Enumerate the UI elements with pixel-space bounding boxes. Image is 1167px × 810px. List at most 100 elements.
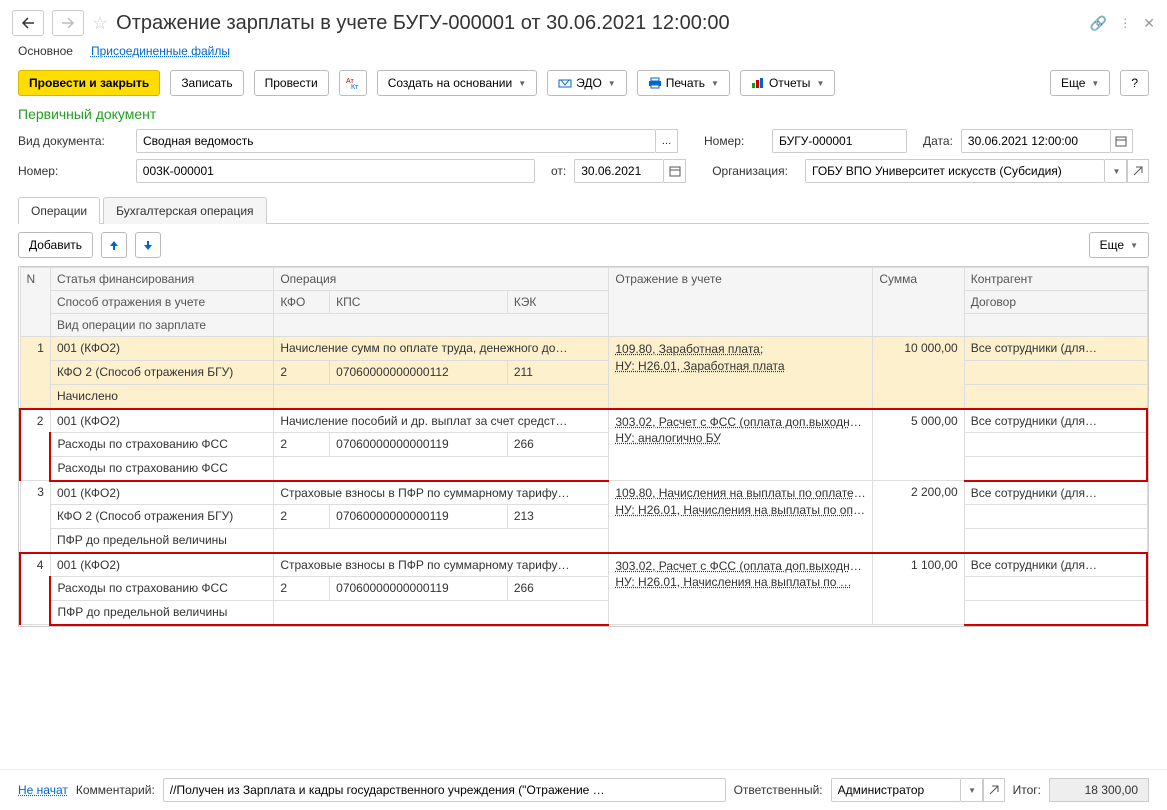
dtkt-icon: АтКт [346, 76, 360, 90]
th-contr[interactable]: Контрагент [964, 268, 1147, 291]
create-based-on-button[interactable]: Создать на основании ▼ [377, 70, 537, 96]
cell-kps: 07060000000000119 [330, 433, 508, 457]
org-dropdown-button[interactable]: ▼ [1105, 159, 1127, 183]
cell-contract [964, 577, 1147, 601]
cell-sal-type: ПФР до предельной величины [50, 601, 273, 625]
doc-type-picker-button[interactable]: … [656, 129, 678, 153]
from-label: от: [551, 164, 566, 178]
calendar-icon [1115, 135, 1127, 147]
cell-sal-type: Начислено [50, 385, 273, 409]
save-button[interactable]: Записать [170, 70, 243, 96]
th-kps[interactable]: КПС [330, 291, 508, 314]
cell-contract [964, 505, 1147, 529]
tab-accounting-operation[interactable]: Бухгалтерская операция [103, 197, 266, 224]
responsible-label: Ответственный: [734, 783, 823, 797]
tab-operations[interactable]: Операции [18, 197, 100, 224]
print-button[interactable]: Печать▼ [637, 70, 730, 96]
date-input[interactable] [961, 129, 1111, 153]
th-sal-type[interactable]: Вид операции по зарплате [50, 314, 273, 337]
org-label: Организация: [712, 164, 797, 178]
edo-button[interactable]: ЭДО▼ [547, 70, 627, 96]
org-open-button[interactable] [1127, 159, 1149, 183]
number-input[interactable] [772, 129, 907, 153]
reports-button[interactable]: Отчеты▼ [740, 70, 835, 96]
th-refl[interactable]: Отражение в учете [609, 268, 873, 337]
inner-more-button[interactable]: Еще▼ [1089, 232, 1149, 258]
th-op[interactable]: Операция [274, 268, 609, 291]
cell-fin: 001 (КФО2) [50, 481, 273, 505]
create-based-label: Создать на основании [388, 76, 513, 90]
table-row[interactable]: ПФР до предельной величины [20, 529, 1147, 553]
date-label: Дата: [923, 134, 953, 148]
th-n[interactable]: N [20, 268, 50, 337]
org-input[interactable] [805, 159, 1105, 183]
cell-kek: 213 [507, 505, 609, 529]
nav-back-button[interactable] [12, 10, 44, 36]
cell-contr: Все сотрудники (для… [964, 409, 1147, 433]
kebab-menu-icon[interactable]: ⋮ [1119, 16, 1131, 30]
table-row[interactable]: КФО 2 (Способ отражения БГУ)207060000000… [20, 361, 1147, 385]
table-row[interactable]: 2001 (КФО2)Начисление пособий и др. выпл… [20, 409, 1147, 433]
total-value: 18 300,00 [1049, 778, 1149, 802]
from-date-picker-button[interactable] [664, 159, 686, 183]
cell-contr: Все сотрудники (для… [964, 337, 1147, 361]
arrow-up-icon [108, 239, 120, 251]
from-date-input[interactable] [574, 159, 664, 183]
table-row[interactable]: Расходы по страхованию ФСС20706000000000… [20, 577, 1147, 601]
doc-type-input[interactable] [136, 129, 656, 153]
th-fin[interactable]: Статья финансирования [50, 268, 273, 291]
table-row[interactable]: Расходы по страхованию ФСС20706000000000… [20, 433, 1147, 457]
dtkt-button[interactable]: АтКт [339, 70, 367, 96]
link-icon[interactable]: 🔗 [1090, 15, 1107, 32]
favorite-star-icon[interactable]: ☆ [92, 13, 108, 34]
help-button[interactable]: ? [1120, 70, 1149, 96]
number2-input[interactable] [136, 159, 535, 183]
cell-kek: 211 [507, 361, 609, 385]
move-up-button[interactable] [101, 232, 127, 258]
th-contract[interactable]: Договор [964, 291, 1147, 314]
post-and-close-button[interactable]: Провести и закрыть [18, 70, 160, 96]
number-label: Номер: [704, 134, 764, 148]
responsible-dropdown-button[interactable]: ▼ [961, 778, 983, 802]
post-button[interactable]: Провести [254, 70, 329, 96]
table-row[interactable]: 4001 (КФО2)Страховые взносы в ПФР по сум… [20, 553, 1147, 577]
chevron-down-icon: ▼ [1113, 167, 1121, 176]
cell-refl-method: КФО 2 (Способ отражения БГУ) [50, 361, 273, 385]
close-icon[interactable]: ✕ [1143, 15, 1155, 32]
th-refl-method[interactable]: Способ отражения в учете [50, 291, 273, 314]
cell-sal-type: Расходы по страхованию ФСС [50, 457, 273, 481]
calendar-icon [669, 165, 681, 177]
cell-op: Страховые взносы в ПФР по суммарному тар… [274, 553, 609, 577]
date-picker-button[interactable] [1111, 129, 1133, 153]
table-row[interactable]: 1001 (КФО2)Начисление сумм по оплате тру… [20, 337, 1147, 361]
comment-input[interactable] [163, 778, 726, 802]
responsible-open-button[interactable] [983, 778, 1005, 802]
table-row[interactable]: КФО 2 (Способ отражения БГУ)207060000000… [20, 505, 1147, 529]
add-button[interactable]: Добавить [18, 232, 93, 258]
not-started-link[interactable]: Не начат [18, 783, 68, 797]
th-kek[interactable]: КЭК [507, 291, 609, 314]
th-sum[interactable]: Сумма [873, 268, 964, 337]
nav-forward-button[interactable] [52, 10, 84, 36]
cell-op: Начисление сумм по оплате труда, денежно… [274, 337, 609, 361]
table-row[interactable]: ПФР до предельной величины [20, 601, 1147, 625]
nav-main[interactable]: Основное [18, 44, 73, 58]
table-row[interactable]: 3001 (КФО2)Страховые взносы в ПФР по сум… [20, 481, 1147, 505]
open-icon [989, 785, 999, 795]
more-button[interactable]: Еще▼ [1050, 70, 1110, 96]
inner-more-label: Еще [1100, 238, 1124, 252]
chevron-down-icon: ▼ [711, 79, 719, 88]
move-down-button[interactable] [135, 232, 161, 258]
cell-op: Начисление пособий и др. выплат за счет … [274, 409, 609, 433]
chevron-down-icon: ▼ [518, 79, 526, 88]
arrow-right-icon [61, 17, 75, 29]
table-row[interactable]: Расходы по страхованию ФСС [20, 457, 1147, 481]
cell-contr: Все сотрудники (для… [964, 481, 1147, 505]
responsible-input[interactable] [831, 778, 961, 802]
arrow-left-icon [21, 17, 35, 29]
cell-sum: 10 000,00 [873, 337, 964, 409]
table-row[interactable]: Начислено [20, 385, 1147, 409]
nav-attached-files[interactable]: Присоединенные файлы [91, 44, 230, 58]
th-kfo[interactable]: КФО [274, 291, 330, 314]
cell-refl-method: Расходы по страхованию ФСС [50, 433, 273, 457]
